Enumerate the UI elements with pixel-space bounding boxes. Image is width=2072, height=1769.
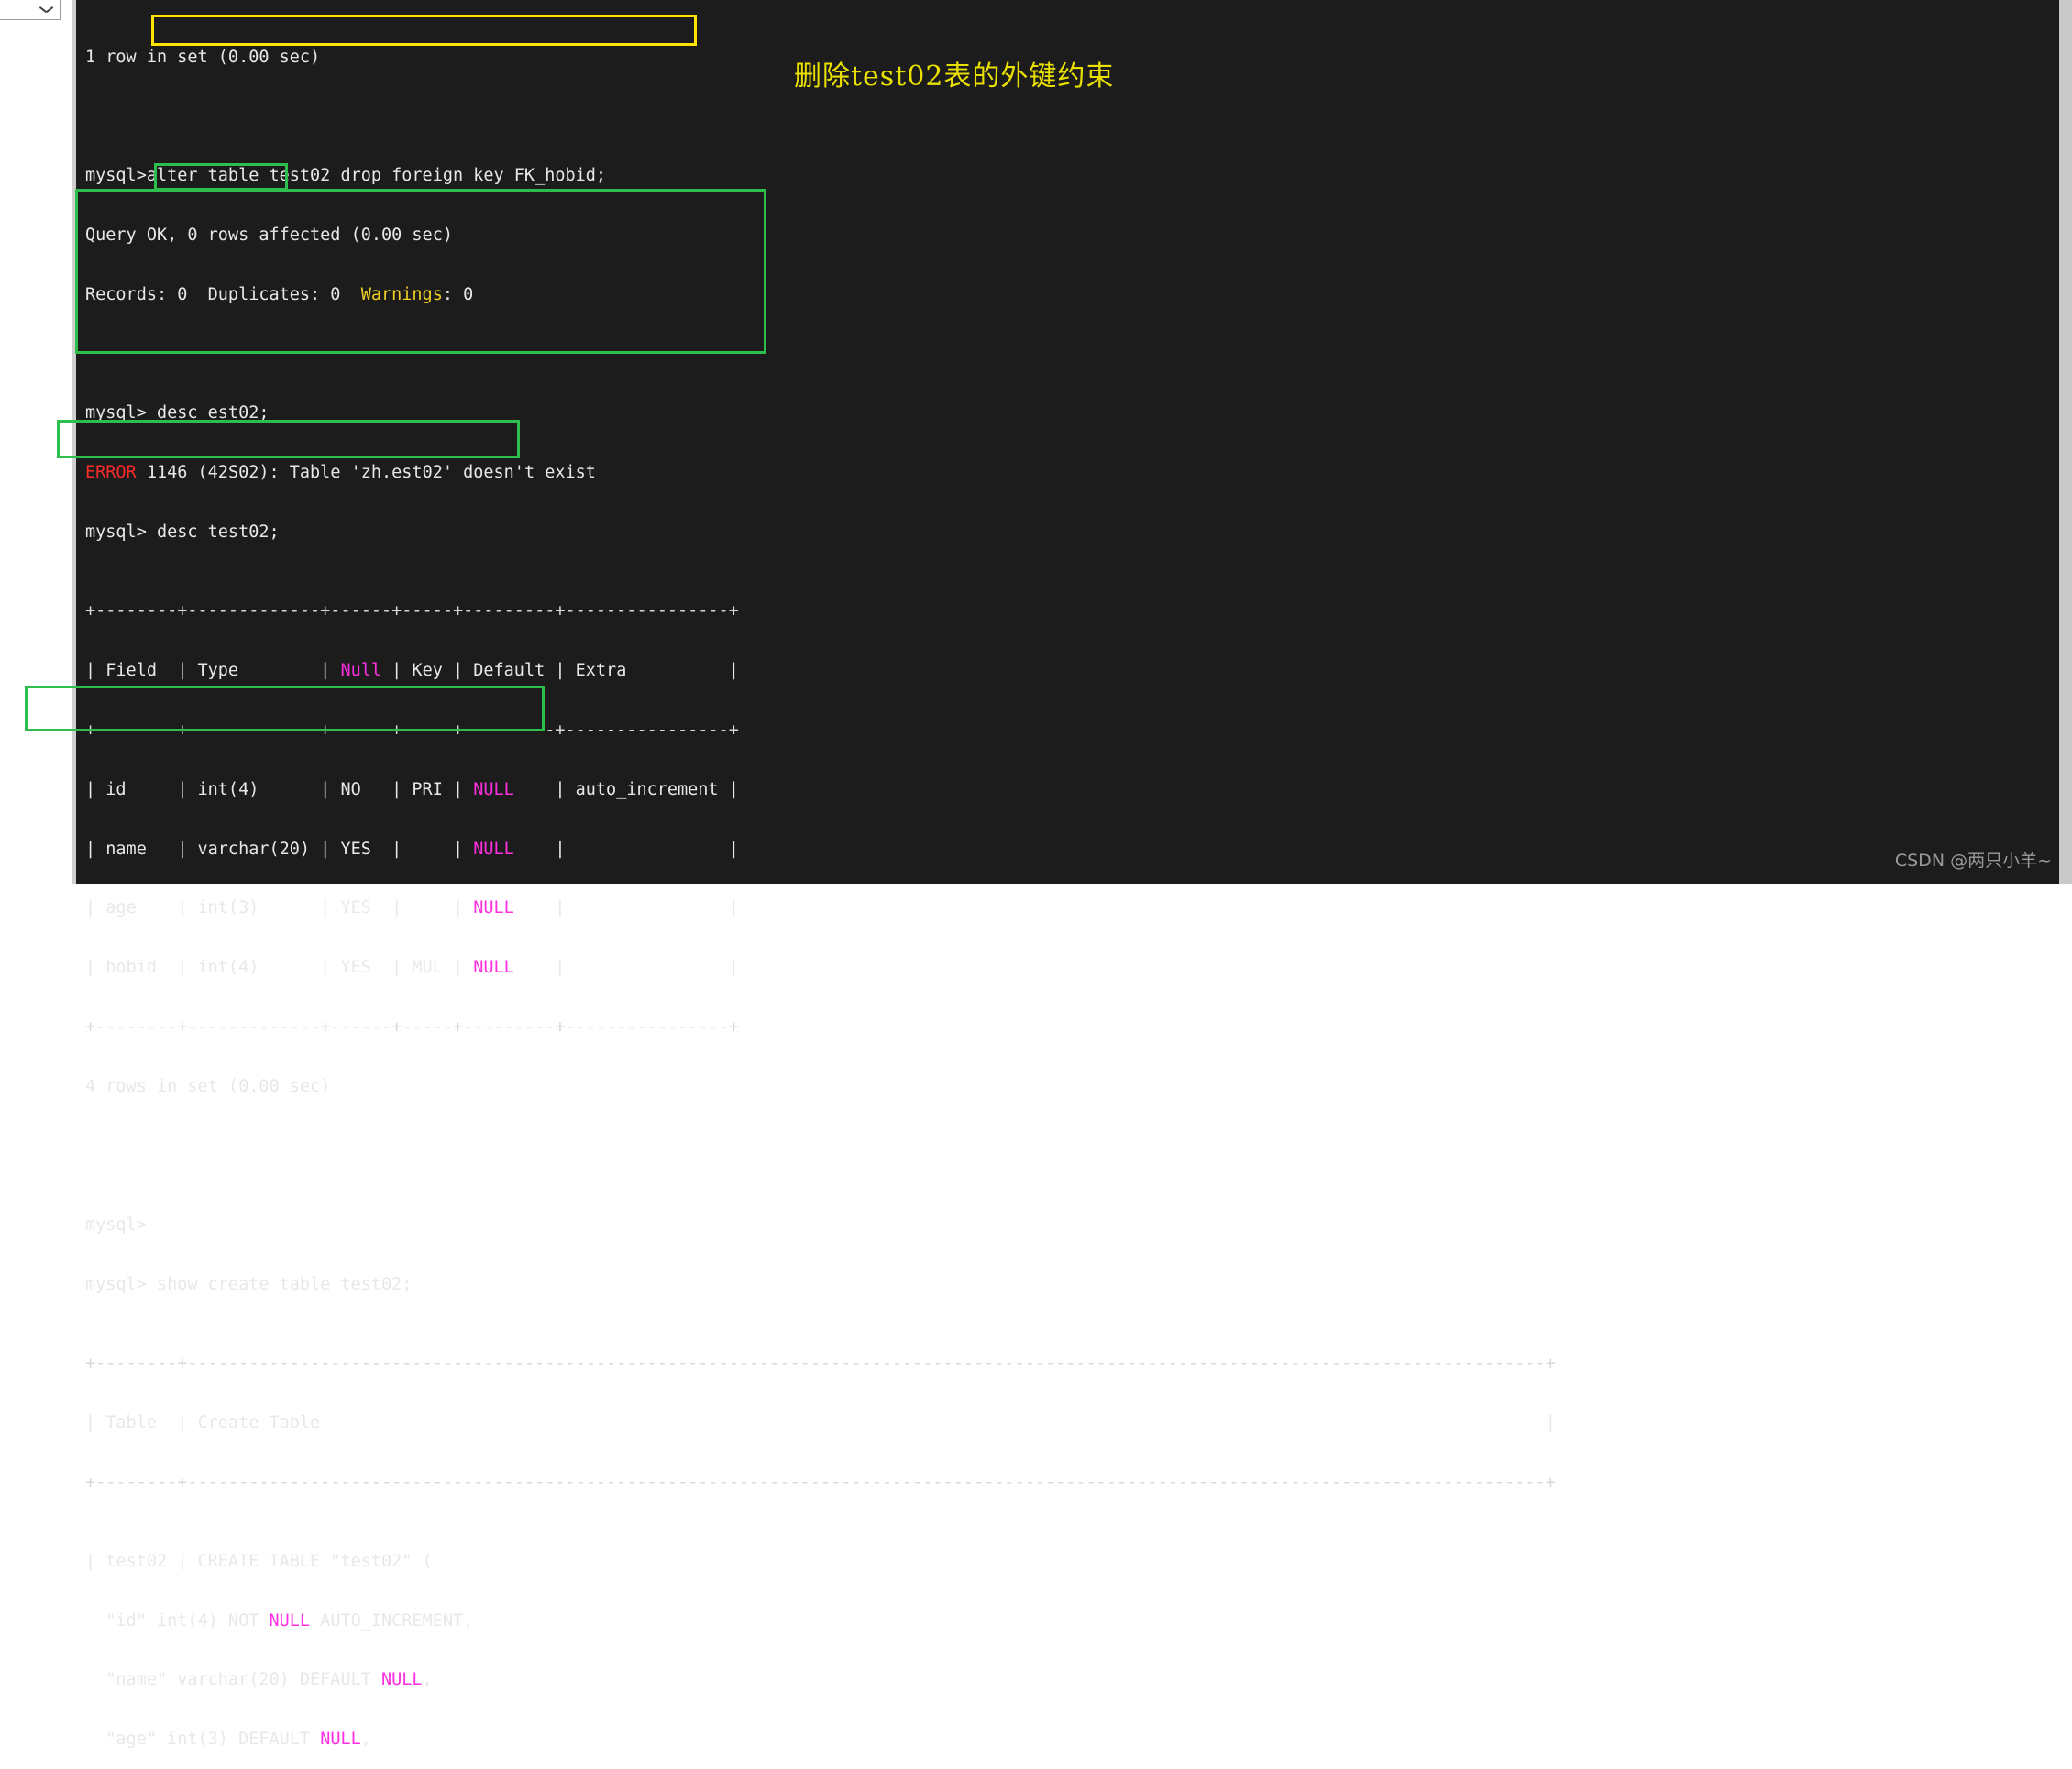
terminal-line-prompt: mysql>alter table test02 drop foreign ke… — [76, 166, 1556, 186]
line-text: +--------+------------------------------… — [85, 1472, 1556, 1492]
table-border: +--------+-------------+------+-----+---… — [76, 1017, 1556, 1038]
error-message: 1146 (42S02): Table 'zh.est02' doesn't e… — [136, 463, 596, 483]
terminal-line-error: ERROR 1146 (42S02): Table 'zh.est02' doe… — [76, 463, 1556, 483]
create-table-line: "name" varchar(20) DEFAULT NULL, — [76, 1670, 1556, 1690]
line-text: AUTO_INCREMENT, — [310, 1610, 474, 1631]
terminal-line-prompt: mysql> show create table test02; — [76, 1275, 1556, 1295]
cell-null: NULL — [473, 779, 514, 799]
table-border: +--------+------------------------------… — [76, 1354, 1556, 1374]
prompt-text: mysql> — [85, 522, 147, 543]
table-border: +--------+------------------------------… — [76, 1473, 1556, 1493]
line-text: Query OK, 0 rows affected (0.00 sec) — [85, 225, 453, 246]
line-text: 1 row in set (0.00 sec) — [85, 47, 321, 67]
line-text: | hobid | int(4) | YES | MUL | — [85, 958, 474, 978]
left-gutter — [0, 0, 76, 884]
terminal-line: mysql> desc est02; — [76, 403, 1556, 423]
line-text: +--------+-------------+------+-----+---… — [85, 720, 739, 740]
right-scrollbar[interactable] — [2059, 0, 2072, 884]
line-text: | | — [513, 958, 739, 978]
terminal-text-buffer: 1 row in set (0.00 sec) mysql>alter tabl… — [76, 0, 1556, 1769]
line-text: , — [360, 1730, 371, 1750]
create-table-line: "id" int(4) NOT NULL AUTO_INCREMENT, — [76, 1611, 1556, 1632]
line-text: | test02 | CREATE TABLE "test02" ( — [85, 1551, 433, 1571]
line-text: | auto_increment | — [513, 779, 739, 799]
table-row: | id | int(4) | NO | PRI | NULL | auto_i… — [76, 780, 1556, 800]
line-text: | Field | Type | — [85, 661, 341, 681]
prompt-text: mysql> — [85, 1214, 147, 1235]
line-text: +--------+------------------------------… — [85, 1353, 1556, 1373]
error-label: ERROR — [85, 463, 137, 483]
terminal-line: Records: 0 Duplicates: 0 Warnings: 0 — [76, 285, 1556, 305]
create-table-line: "age" int(3) DEFAULT NULL, — [76, 1730, 1556, 1750]
terminal-line: 4 rows in set (0.00 sec) — [76, 1077, 1556, 1097]
line-text: | | — [513, 839, 739, 859]
table-border: +--------+-------------+------+-----+---… — [76, 601, 1556, 621]
line-text: 4 rows in set (0.00 sec) — [85, 1076, 331, 1096]
keyword-null: NULL — [320, 1730, 361, 1750]
cell-null: NULL — [473, 958, 514, 978]
cell-null: NULL — [473, 898, 514, 918]
alter-statement-text: alter table test02 drop foreign key FK_h… — [146, 166, 607, 186]
keyword-null: NULL — [269, 1610, 311, 1631]
line-text: | | — [513, 898, 739, 918]
show-create-command-text: mysql> show create table test02; — [85, 1274, 413, 1294]
annotation-note: 删除test02表的外键约束 — [794, 60, 1115, 93]
line-text: Records: 0 Duplicates: 0 — [85, 284, 361, 304]
warnings-label: Warnings — [360, 284, 443, 304]
terminal-line: Query OK, 0 rows affected (0.00 sec) — [76, 225, 1556, 246]
terminal-line-prompt: mysql> desc test02; — [76, 522, 1556, 543]
mysql-terminal[interactable]: 1 row in set (0.00 sec) mysql>alter tabl… — [76, 0, 2072, 1749]
line-text: | id | int(4) | NO | PRI | — [85, 779, 474, 799]
keyword-null: NULL — [381, 1670, 423, 1690]
dropdown-select[interactable] — [0, 0, 61, 20]
create-table-line: | test02 | CREATE TABLE "test02" ( — [76, 1552, 1556, 1572]
screenshot-root: 1 row in set (0.00 sec) mysql>alter tabl… — [0, 0, 2072, 1749]
line-text: "age" int(3) DEFAULT — [85, 1730, 321, 1750]
table-row: | age | int(3) | YES | | NULL | | — [76, 898, 1556, 918]
terminal-line-prompt: mysql> — [76, 1215, 1556, 1236]
line-text: mysql> desc est02; — [85, 403, 270, 423]
line-text: "id" int(4) NOT — [85, 1610, 270, 1631]
line-text: | name | varchar(20) | YES | | — [85, 839, 474, 859]
warnings-value: : 0 — [442, 284, 474, 304]
line-text: | Key | Default | Extra | — [381, 661, 739, 681]
line-text: | age | int(3) | YES | | — [85, 898, 474, 918]
table-border: +--------+-------------+------+-----+---… — [76, 720, 1556, 741]
line-text: "name" varchar(20) DEFAULT — [85, 1670, 382, 1690]
cell-null: NULL — [473, 839, 514, 859]
desc-command-text: desc test02; — [146, 522, 280, 543]
line-text: | Table | Create Table | — [85, 1412, 1556, 1433]
line-text: +--------+-------------+------+-----+---… — [85, 601, 739, 621]
table-row: | name | varchar(20) | YES | | NULL | | — [76, 840, 1556, 860]
line-text: +--------+-------------+------+-----+---… — [85, 1016, 739, 1037]
chevron-down-icon — [40, 6, 52, 14]
table-header-row: | Table | Create Table | — [76, 1413, 1556, 1434]
line-text: , — [422, 1670, 433, 1690]
table-header-row: | Field | Type | Null | Key | Default | … — [76, 661, 1556, 681]
prompt-text: mysql> — [85, 166, 147, 186]
csdn-watermark: CSDN @两只小羊~ — [1894, 851, 2052, 871]
table-row: | hobid | int(4) | YES | MUL | NULL | | — [76, 958, 1556, 978]
column-header-null: Null — [340, 661, 382, 681]
